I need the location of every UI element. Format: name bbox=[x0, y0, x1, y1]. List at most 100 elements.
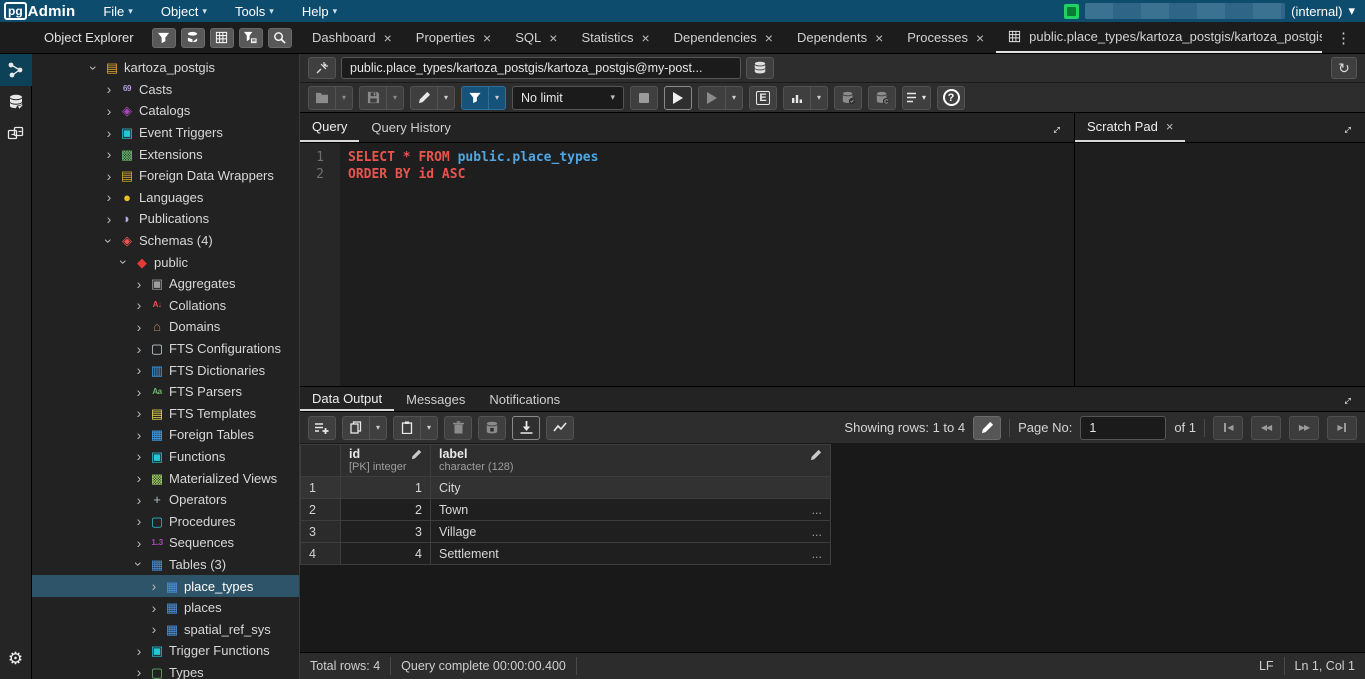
close-icon[interactable]: × bbox=[483, 30, 491, 46]
chevron-icon[interactable]: › bbox=[132, 558, 146, 570]
label-cell[interactable]: Town... bbox=[431, 499, 831, 521]
tab-sql[interactable]: SQL × bbox=[503, 22, 569, 53]
tab-processes[interactable]: Processes × bbox=[895, 22, 996, 53]
chevron-icon[interactable]: › bbox=[133, 536, 145, 550]
tree-item-procedures[interactable]: › ▢ Procedures bbox=[32, 510, 299, 532]
tree-item-places[interactable]: › ▦ places bbox=[32, 597, 299, 619]
tree-item-sequences[interactable]: › 1..3 Sequences bbox=[32, 532, 299, 554]
tree-item-languages[interactable]: › ● Languages bbox=[32, 187, 299, 209]
chevron-icon[interactable]: › bbox=[103, 190, 115, 204]
execute-options-button[interactable] bbox=[698, 86, 726, 110]
edit-dropdown[interactable]: ▾ bbox=[438, 86, 455, 110]
tree-item-public[interactable]: › ◆ public bbox=[32, 251, 299, 273]
id-cell[interactable]: 4 bbox=[341, 543, 431, 565]
tree-item-domains[interactable]: › ⌂ Domains bbox=[32, 316, 299, 338]
expand-output-button[interactable]: ↔ bbox=[1327, 387, 1365, 411]
close-icon[interactable]: × bbox=[875, 30, 883, 46]
chevron-icon[interactable]: › bbox=[133, 428, 145, 442]
graph-visualiser-button[interactable] bbox=[546, 416, 574, 440]
close-icon[interactable]: × bbox=[765, 30, 773, 46]
chevron-icon[interactable]: › bbox=[133, 449, 145, 463]
filtered-rows-button[interactable] bbox=[239, 28, 263, 48]
chevron-icon[interactable]: › bbox=[133, 298, 145, 312]
tab-dependencies[interactable]: Dependencies × bbox=[662, 22, 785, 53]
tab-scratch-pad[interactable]: Scratch Pad × bbox=[1075, 113, 1185, 142]
sql-editor[interactable]: 12 SELECT * FROM public.place_typesORDER… bbox=[300, 143, 1074, 386]
column-header-label[interactable]: label character (128) bbox=[431, 445, 831, 477]
chevron-icon[interactable]: › bbox=[103, 82, 115, 96]
edit-range-button[interactable] bbox=[973, 416, 1001, 440]
new-connection-button[interactable] bbox=[746, 57, 774, 79]
tree-item-fts-dictionaries[interactable]: › ▥ FTS Dictionaries bbox=[32, 359, 299, 381]
tab-notifications[interactable]: Notifications bbox=[477, 387, 572, 411]
expand-editor-button[interactable]: ↔ bbox=[1036, 113, 1074, 142]
search-objects-button[interactable] bbox=[268, 28, 292, 48]
tree-item-fts-configurations[interactable]: › ▢ FTS Configurations bbox=[32, 338, 299, 360]
copy-dropdown[interactable]: ▾ bbox=[370, 416, 387, 440]
tree-item-place-types[interactable]: › ▦ place_types bbox=[32, 575, 299, 597]
open-file-button[interactable] bbox=[308, 86, 336, 110]
close-icon[interactable]: × bbox=[641, 30, 649, 46]
tab-dependents[interactable]: Dependents × bbox=[785, 22, 895, 53]
first-page-button[interactable]: ◀ bbox=[1213, 416, 1243, 440]
edit-button[interactable] bbox=[410, 86, 438, 110]
tree-item-collations[interactable]: › A↓ Collations bbox=[32, 295, 299, 317]
paste-dropdown[interactable]: ▾ bbox=[421, 416, 438, 440]
tab-data-output[interactable]: Data Output bbox=[300, 387, 394, 411]
tree-item-aggregates[interactable]: › ▣ Aggregates bbox=[32, 273, 299, 295]
open-file-dropdown[interactable]: ▾ bbox=[336, 86, 353, 110]
id-cell[interactable]: 1 bbox=[341, 477, 431, 499]
layout-panel-button[interactable] bbox=[0, 118, 32, 150]
tree-item-event-triggers[interactable]: › ▣ Event Triggers bbox=[32, 122, 299, 144]
filter-button[interactable] bbox=[461, 86, 489, 110]
save-data-changes-button[interactable] bbox=[478, 416, 506, 440]
refresh-tree-button[interactable] bbox=[181, 28, 205, 48]
chevron-icon[interactable]: › bbox=[133, 665, 145, 679]
tree-item-fts-templates[interactable]: › ▤ FTS Templates bbox=[32, 403, 299, 425]
tree-item-types[interactable]: › ▢ Types bbox=[32, 662, 299, 679]
column-header-id[interactable]: id [PK] integer bbox=[341, 445, 431, 477]
expand-scratch-pad-button[interactable]: ↔ bbox=[1327, 113, 1365, 142]
tree-item-casts[interactable]: › 69 Casts bbox=[32, 79, 299, 101]
id-cell[interactable]: 2 bbox=[341, 499, 431, 521]
execute-button[interactable] bbox=[664, 86, 692, 110]
row-number-cell[interactable]: 2 bbox=[301, 499, 341, 521]
commit-button[interactable] bbox=[834, 86, 862, 110]
tree-item-operators[interactable]: › + Operators bbox=[32, 489, 299, 511]
tree-item-foreign-data-wrappers[interactable]: › ▤ Foreign Data Wrappers bbox=[32, 165, 299, 187]
tree-item-publications[interactable]: › ◗ Publications bbox=[32, 208, 299, 230]
object-explorer-panel-button[interactable] bbox=[0, 54, 32, 86]
chevron-icon[interactable]: › bbox=[102, 235, 116, 247]
chevron-icon[interactable]: › bbox=[133, 385, 145, 399]
chevron-icon[interactable]: › bbox=[117, 256, 131, 268]
row-number-cell[interactable]: 4 bbox=[301, 543, 341, 565]
row-number-cell[interactable]: 1 bbox=[301, 477, 341, 499]
chevron-icon[interactable]: › bbox=[103, 169, 115, 183]
close-icon[interactable]: × bbox=[1166, 119, 1174, 134]
menu-tools[interactable]: Tools▾ bbox=[221, 0, 288, 22]
chevron-icon[interactable]: › bbox=[133, 493, 145, 507]
reset-layout-button[interactable]: ↻ bbox=[1331, 57, 1357, 79]
save-button[interactable] bbox=[359, 86, 387, 110]
pencil-icon[interactable] bbox=[810, 447, 822, 461]
chevron-icon[interactable]: › bbox=[133, 514, 145, 528]
tab-statistics[interactable]: Statistics × bbox=[569, 22, 661, 53]
menu-help[interactable]: Help▾ bbox=[288, 0, 351, 22]
label-cell[interactable]: Settlement... bbox=[431, 543, 831, 565]
tree-item-catalogs[interactable]: › ◈ Catalogs bbox=[32, 100, 299, 122]
chevron-icon[interactable]: › bbox=[87, 62, 101, 74]
explain-analyze-dropdown[interactable]: ▾ bbox=[811, 86, 828, 110]
close-icon[interactable]: × bbox=[976, 30, 984, 46]
chevron-icon[interactable]: › bbox=[133, 320, 145, 334]
label-cell[interactable]: Village... bbox=[431, 521, 831, 543]
connection-selector[interactable]: public.place_types/kartoza_postgis/karto… bbox=[341, 57, 741, 79]
chevron-icon[interactable]: › bbox=[103, 126, 115, 140]
tree-item-schemas-4[interactable]: › ◈ Schemas (4) bbox=[32, 230, 299, 252]
chevron-icon[interactable]: › bbox=[103, 104, 115, 118]
chevron-icon[interactable]: › bbox=[133, 471, 145, 485]
chevron-icon[interactable]: › bbox=[133, 406, 145, 420]
tab-dashboard[interactable]: Dashboard × bbox=[300, 22, 404, 53]
tree-item-fts-parsers[interactable]: › Aa FTS Parsers bbox=[32, 381, 299, 403]
tab-properties[interactable]: Properties × bbox=[404, 22, 503, 53]
scratch-pad-textarea[interactable] bbox=[1075, 143, 1365, 386]
